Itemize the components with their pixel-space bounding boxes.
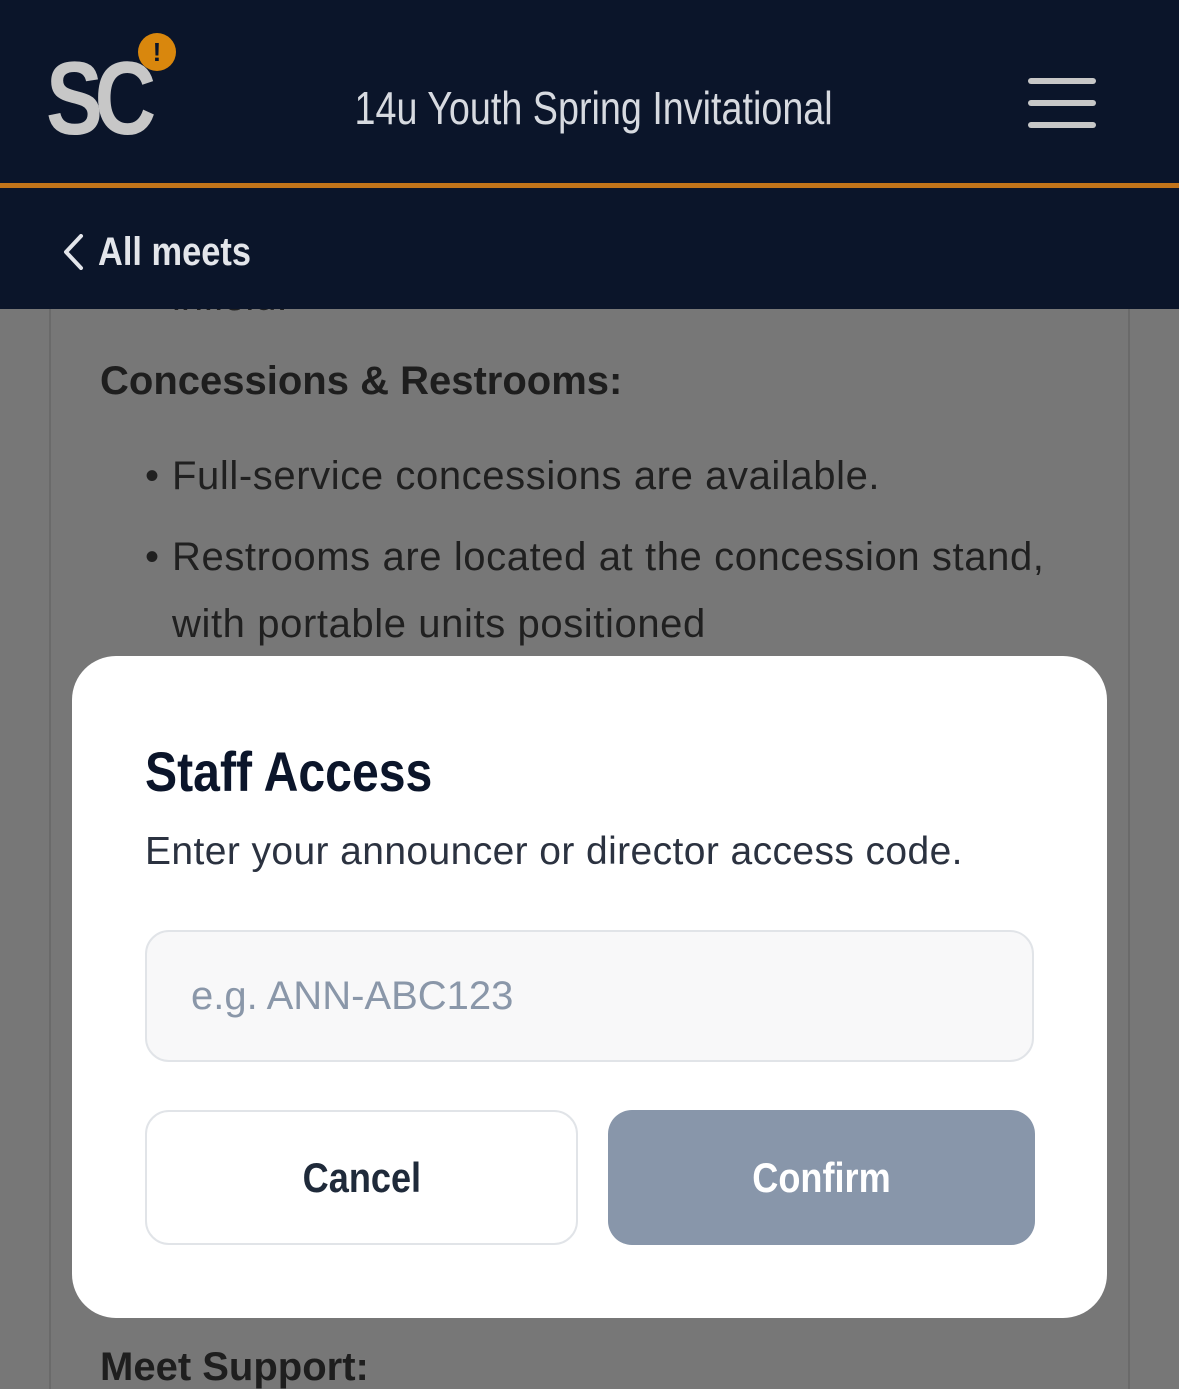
clipped-text: infield.	[172, 309, 288, 320]
meet-title-text: 14u Youth Spring Invitational	[354, 82, 833, 134]
confirm-button[interactable]: Confirm	[608, 1110, 1035, 1245]
list-item-text: Full-service concessions are available.	[172, 454, 881, 498]
cancel-button[interactable]: Cancel	[145, 1110, 578, 1245]
list-item: • Full-service concessions are available…	[145, 443, 1045, 510]
dialog-description: Enter your announcer or director access …	[145, 830, 963, 873]
list-item: • Restrooms are located at the concessio…	[145, 524, 1045, 658]
hamburger-menu-icon[interactable]	[1024, 76, 1100, 134]
alert-badge-icon: !	[138, 33, 176, 71]
list-item-text: Restrooms are located at the concession …	[172, 535, 1045, 646]
cancel-button-label: Cancel	[302, 1153, 421, 1201]
dialog-title: Staff Access	[145, 740, 479, 804]
section-heading-meet-support: Meet Support:	[100, 1345, 369, 1389]
chevron-left-icon	[64, 234, 83, 270]
back-link-label: All meets	[98, 229, 251, 274]
access-code-input[interactable]	[145, 930, 1034, 1062]
section-heading-concessions: Concessions & Restrooms:	[100, 359, 623, 403]
dialog-title-text: Staff Access	[145, 740, 433, 803]
confirm-button-label: Confirm	[752, 1153, 891, 1201]
staff-access-dialog: Staff Access Enter your announcer or dir…	[72, 656, 1107, 1318]
back-to-all-meets-link[interactable]: All meets	[62, 228, 276, 276]
meet-title: 14u Youth Spring Invitational	[0, 80, 1179, 136]
